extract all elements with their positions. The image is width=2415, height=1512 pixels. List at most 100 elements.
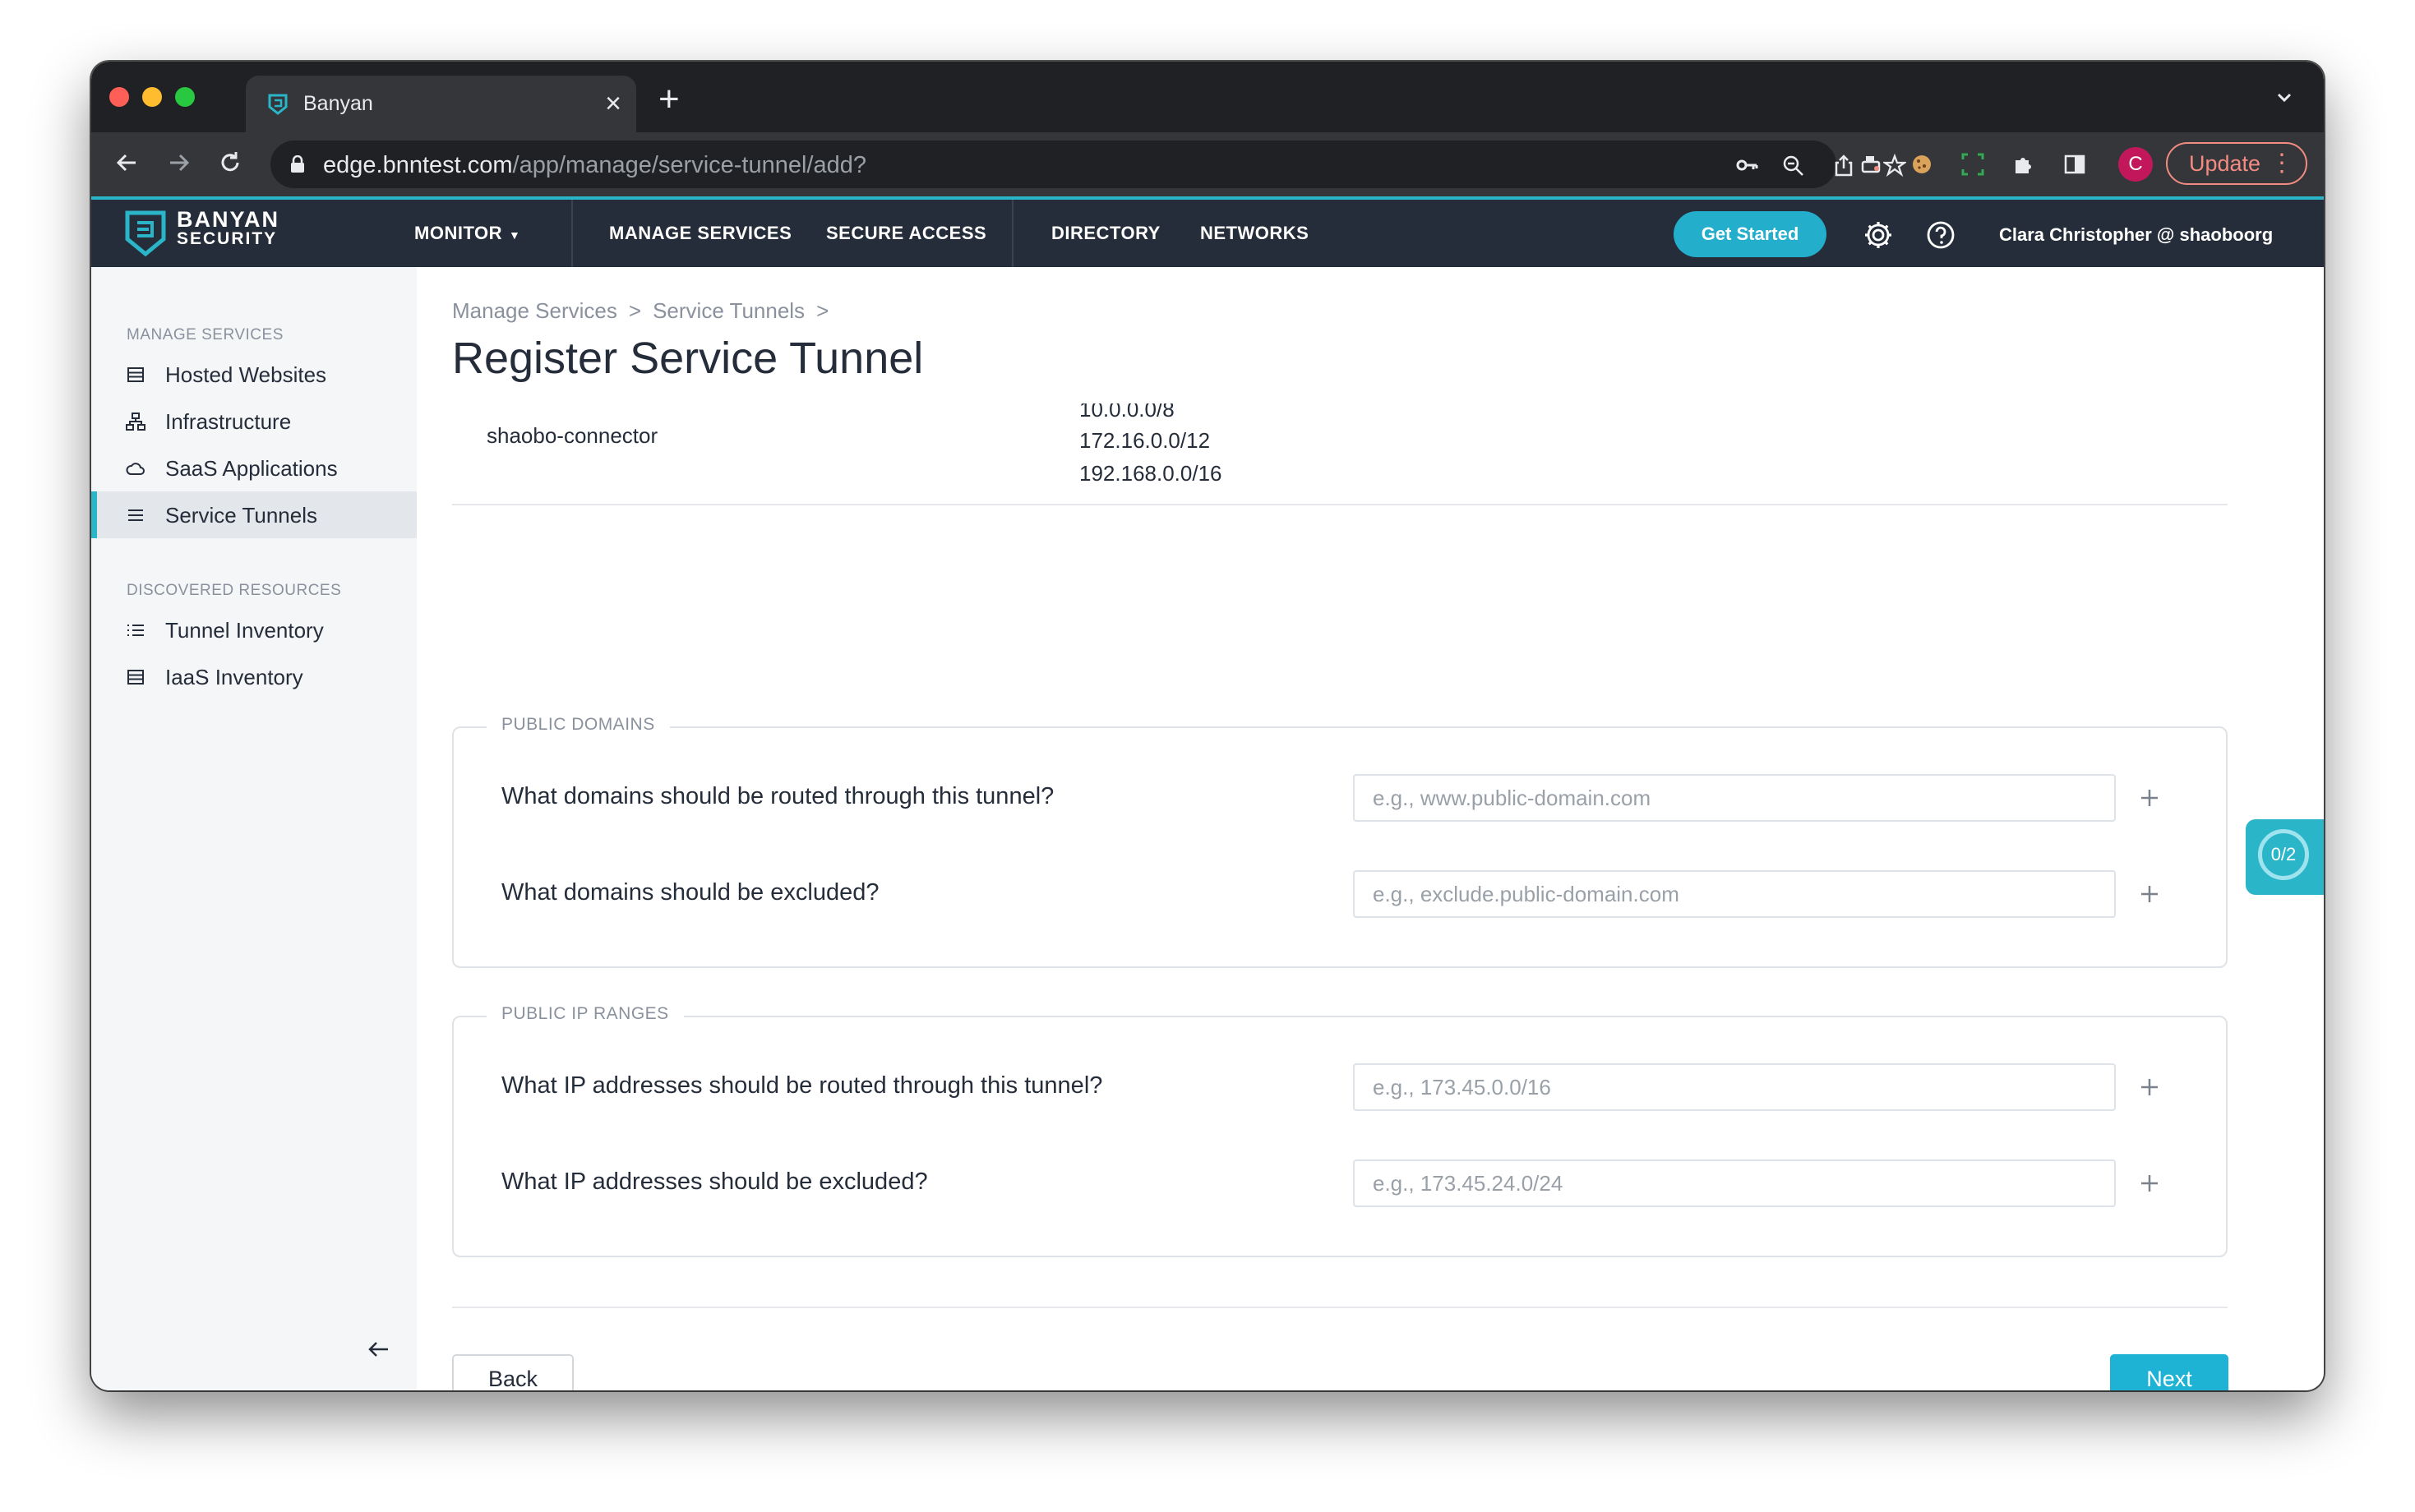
public-ip-ranges-legend: PUBLIC IP RANGES [487, 1004, 684, 1024]
get-started-button[interactable]: Get Started [1674, 211, 1826, 257]
browser-tab[interactable]: Banyan × [246, 76, 636, 132]
cloud-icon [126, 463, 145, 475]
minimize-window-button[interactable] [142, 87, 162, 107]
domains-exclude-input[interactable] [1353, 870, 2116, 918]
add-include-ip-plus-icon[interactable] [2137, 1075, 2162, 1099]
new-tab-icon[interactable]: + [658, 81, 680, 118]
add-exclude-ip-plus-icon[interactable] [2137, 1171, 2162, 1196]
extension-printer-icon[interactable] [1859, 152, 1883, 177]
sidebar-item-infrastructure[interactable]: Infrastructure [91, 398, 417, 445]
ips-include-input[interactable] [1353, 1063, 2116, 1111]
nav-networks[interactable]: NETWORKS [1200, 223, 1309, 244]
sidebar: MANAGE SERVICES Hosted Websites Infrastr… [91, 267, 417, 1390]
sidebar-item-iaas-inventory[interactable]: IaaS Inventory [91, 653, 417, 700]
tab-search-chevron-icon[interactable] [2273, 86, 2296, 109]
url-host: edge.bnntest.com [323, 152, 513, 178]
ips-exclude-input[interactable] [1353, 1159, 2116, 1207]
sidebar-item-label: Hosted Websites [165, 362, 327, 387]
sidebar-item-label: Service Tunnels [165, 503, 317, 528]
user-account-menu[interactable]: Clara Christopher @ shaoboorg [1999, 224, 2273, 246]
public-domains-legend: PUBLIC DOMAINS [487, 715, 670, 735]
connector-cidr: 10.0.0.0/8 [1079, 403, 1175, 422]
breadcrumb-manage-services[interactable]: Manage Services [452, 298, 617, 323]
reload-icon[interactable] [216, 149, 244, 177]
address-bar[interactable]: edge.bnntest.com/app/manage/service-tunn… [270, 141, 1906, 188]
key-icon[interactable] [1735, 154, 1758, 177]
add-exclude-domain-plus-icon[interactable] [2137, 882, 2162, 906]
update-label: Update [2189, 151, 2261, 176]
add-include-domain-plus-icon[interactable] [2137, 786, 2162, 810]
breadcrumb-separator: > [628, 298, 642, 323]
close-tab-icon[interactable]: × [605, 87, 621, 120]
cookie-extension-icon[interactable] [1909, 152, 1934, 177]
progress-indicator: 0/2 [2258, 829, 2309, 880]
close-window-button[interactable] [109, 87, 129, 107]
connector-row: shaobo-connector 10.0.0.0/8 172.16.0.0/1… [417, 403, 2324, 494]
next-button[interactable]: Next [2110, 1354, 2228, 1390]
sidebar-item-label: SaaS Applications [165, 456, 338, 481]
breadcrumb: Manage Services > Service Tunnels > [452, 298, 840, 324]
public-domains-group: PUBLIC DOMAINS What domains should be ro… [452, 715, 2228, 968]
sidebar-item-label: Tunnel Inventory [165, 618, 324, 643]
connector-cidr: 172.16.0.0/12 [1079, 428, 1211, 453]
network-tree-icon [126, 413, 145, 431]
server-stack-icon [127, 670, 144, 685]
divider [452, 1307, 2228, 1308]
sidebar-item-hosted-websites[interactable]: Hosted Websites [91, 351, 417, 398]
public-ip-ranges-group: PUBLIC IP RANGES What IP addresses shoul… [452, 1004, 2228, 1257]
url-path: /app/manage/service-tunnel/add? [512, 152, 867, 178]
sidebar-item-label: IaaS Inventory [165, 665, 303, 689]
help-question-icon[interactable] [1925, 219, 1956, 251]
main-content: Manage Services > Service Tunnels > Registe… [417, 267, 2324, 1390]
lock-icon [291, 155, 304, 173]
domains-include-input[interactable] [1353, 774, 2116, 822]
ips-include-question: What IP addresses should be routed throu… [501, 1072, 1103, 1099]
sidebar-section-manage-services: MANAGE SERVICES [127, 326, 284, 343]
domains-include-question: What domains should be routed through th… [501, 783, 1055, 809]
profile-avatar[interactable]: C [2118, 147, 2153, 182]
nav-divider [571, 200, 573, 267]
bookmark-star-icon[interactable] [1883, 154, 1906, 177]
maximize-window-button[interactable] [175, 87, 195, 107]
page-title: Register Service Tunnel [452, 334, 924, 383]
logo-line2: SECURITY [177, 229, 278, 248]
sidebar-item-saas-applications[interactable]: SaaS Applications [91, 445, 417, 491]
banyan-favicon-icon [268, 94, 288, 115]
browser-toolbar: edge.bnntest.com/app/manage/service-tunn… [91, 132, 2324, 196]
back-button[interactable]: Back [452, 1354, 574, 1390]
logo-line1: BANYAN [177, 207, 280, 232]
breadcrumb-separator: > [816, 298, 829, 323]
nav-directory[interactable]: DIRECTORY [1051, 223, 1161, 244]
screenshot-extension-icon[interactable] [1960, 152, 1985, 177]
server-stack-icon [127, 367, 144, 382]
nav-monitor-label: MONITOR [414, 223, 502, 243]
browser-update-button[interactable]: Update ⋮ [2166, 142, 2307, 185]
side-panel-icon[interactable] [2062, 152, 2087, 177]
sidebar-item-service-tunnels[interactable]: Service Tunnels [91, 491, 417, 538]
extensions-puzzle-icon[interactable] [2011, 152, 2036, 177]
settings-gear-icon[interactable] [1863, 219, 1894, 251]
zoom-icon[interactable] [1781, 154, 1804, 177]
nav-manage-services[interactable]: MANAGE SERVICES [609, 223, 792, 244]
sidebar-item-tunnel-inventory[interactable]: Tunnel Inventory [91, 606, 417, 653]
browser-menu-icon[interactable]: ⋮ [2270, 144, 2294, 183]
onboarding-progress-tab[interactable]: 0/2 [2246, 819, 2324, 895]
nav-secure-access[interactable]: SECURE ACCESS [826, 223, 986, 244]
divider [452, 504, 2228, 505]
connector-name: shaobo-connector [487, 423, 658, 448]
nav-monitor[interactable]: MONITOR ▼ [414, 223, 520, 244]
url-text: edge.bnntest.com/app/manage/service-tunn… [323, 152, 866, 179]
banyan-logo-icon[interactable] [124, 210, 167, 257]
tab-title: Banyan [303, 92, 373, 115]
nav-divider [1012, 200, 1014, 267]
app-header: BANYAN SECURITY MONITOR ▼ MANAGE SERVICES… [91, 196, 2324, 267]
menu-lines-icon [128, 509, 143, 521]
collapse-sidebar-arrow-icon[interactable] [365, 1335, 393, 1363]
breadcrumb-service-tunnels[interactable]: Service Tunnels [653, 298, 805, 323]
tab-strip: Banyan × + [91, 62, 2324, 132]
browser-window: Banyan × + edge.bnntest.com/app/manage/s… [91, 62, 2324, 1390]
share-icon[interactable] [1832, 154, 1855, 177]
forward-arrow-icon[interactable] [165, 149, 193, 177]
domains-exclude-question: What domains should be excluded? [501, 879, 880, 906]
back-arrow-icon[interactable] [113, 149, 141, 177]
